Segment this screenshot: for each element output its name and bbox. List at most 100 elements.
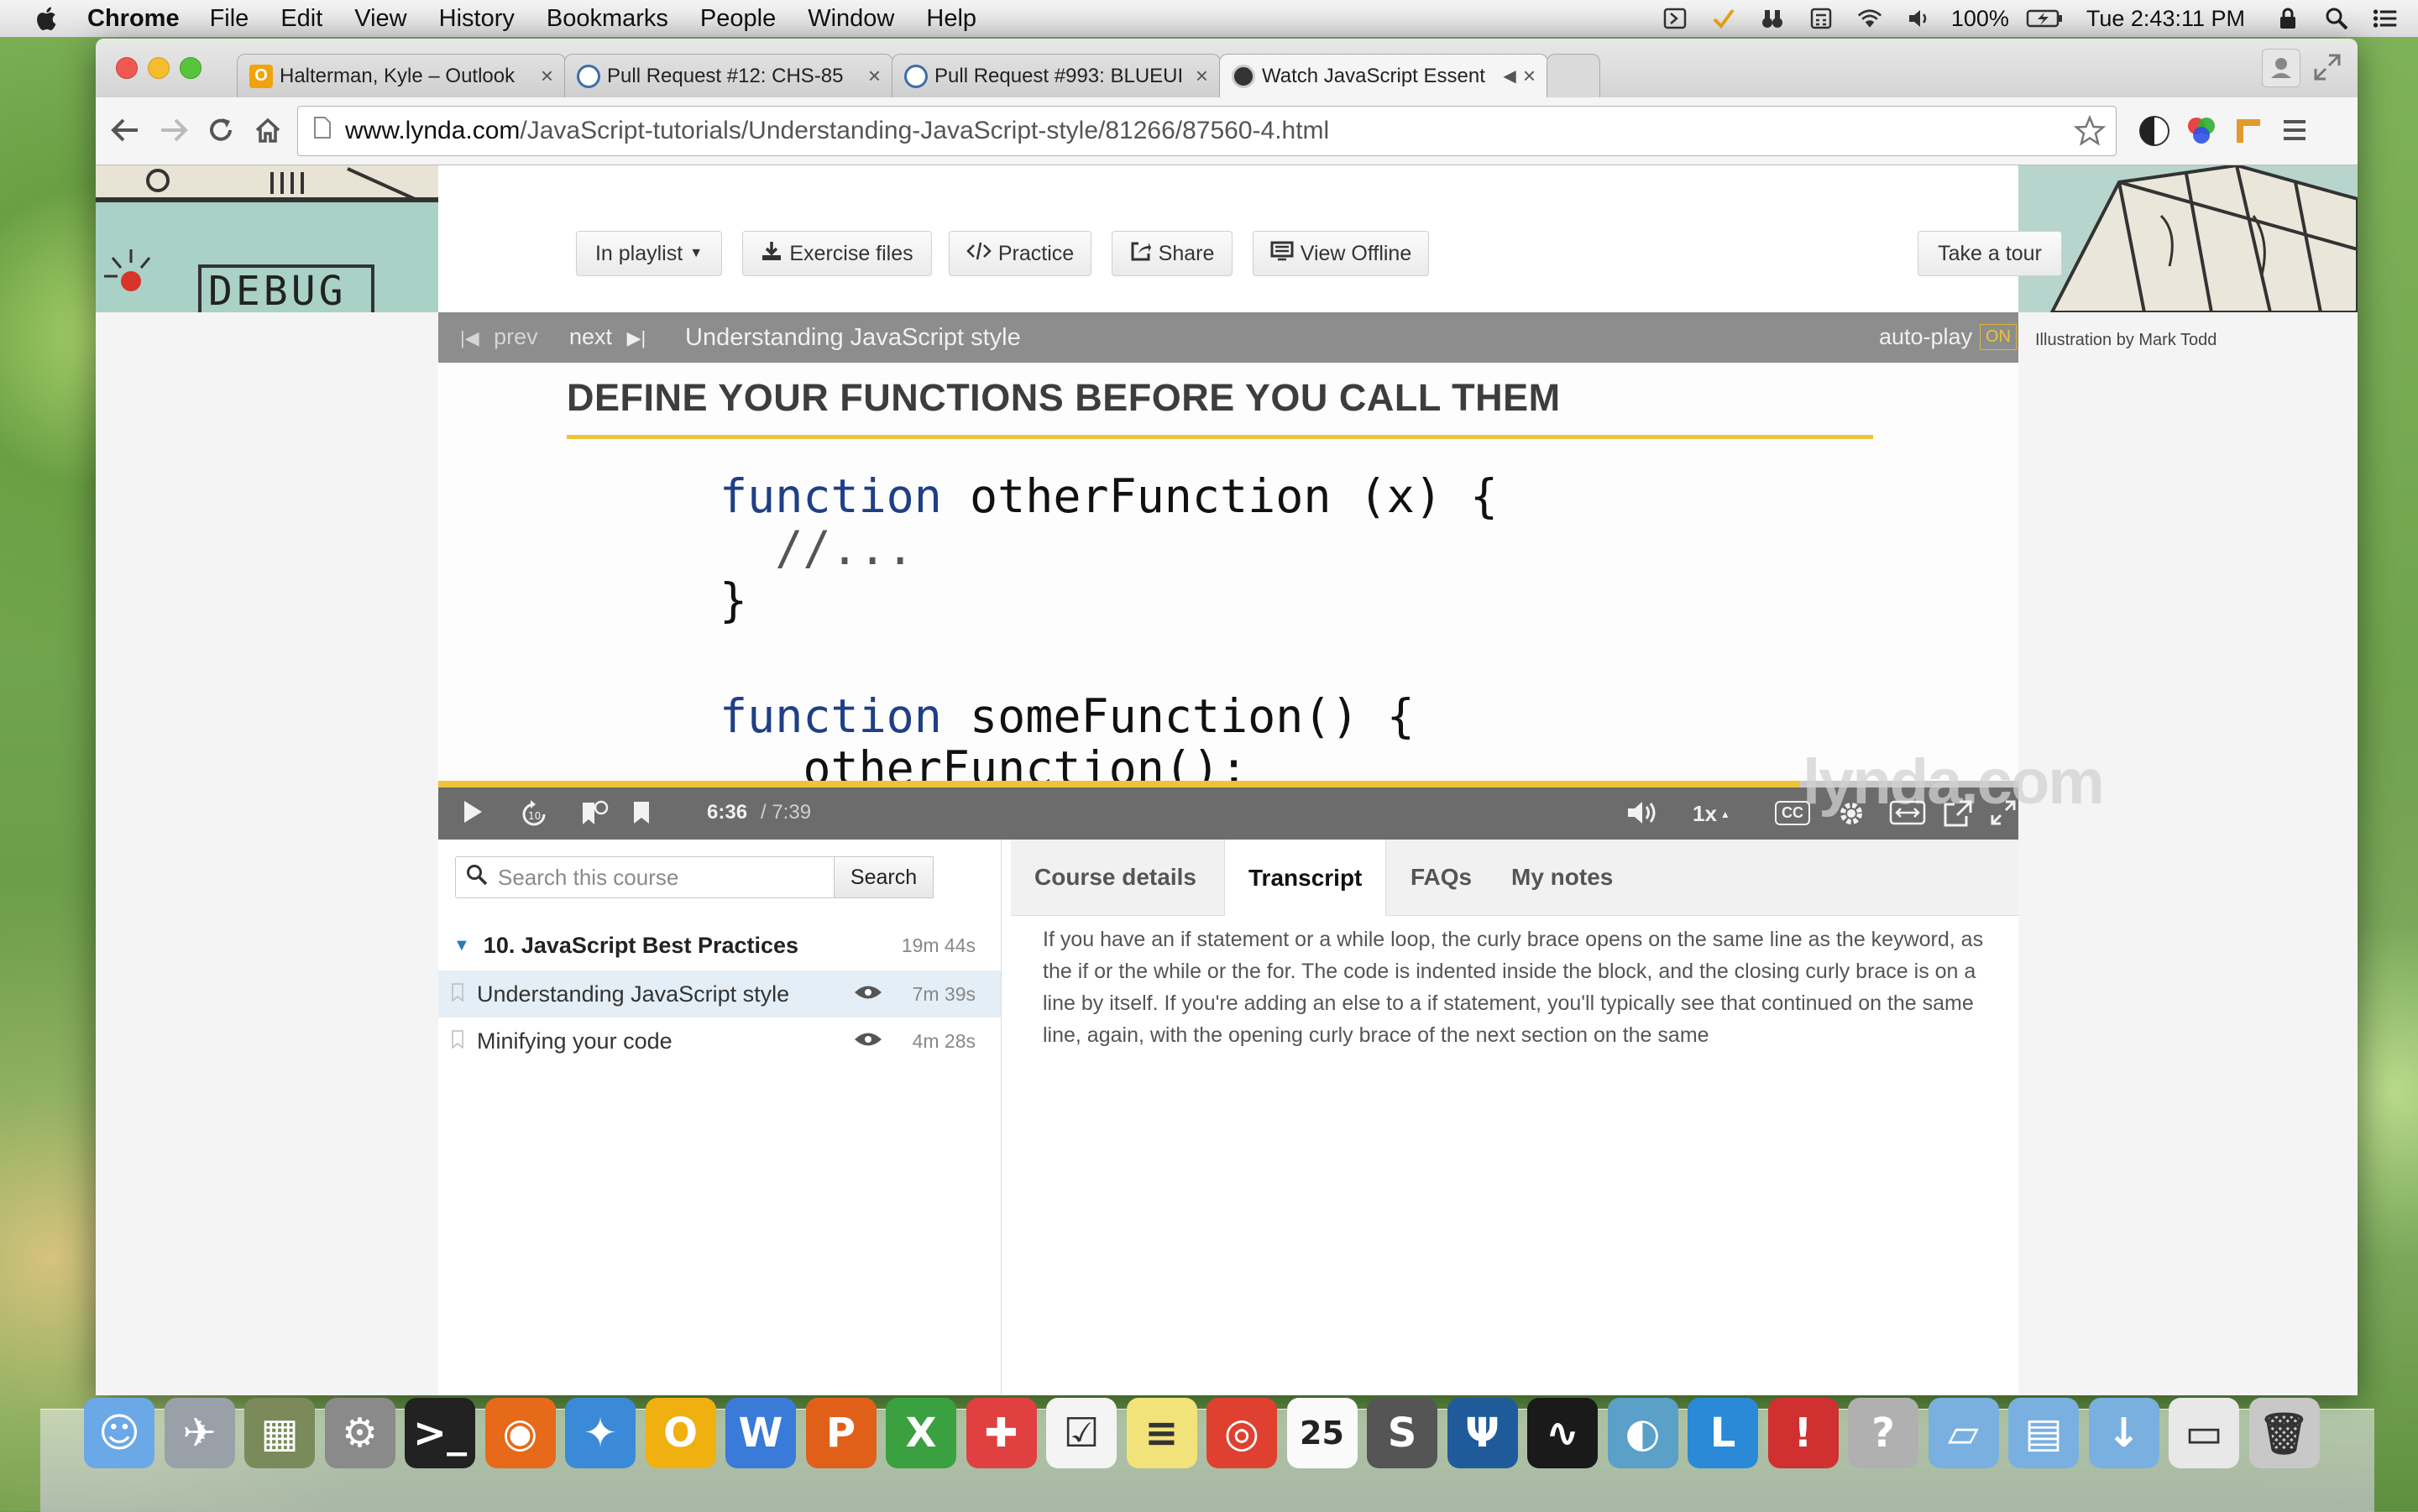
home-button[interactable] [247, 109, 289, 151]
calculator-icon[interactable] [1808, 6, 1834, 31]
finder-icon[interactable]: ☺ [84, 1398, 154, 1468]
menu-help[interactable]: Help [926, 5, 976, 33]
help-icon[interactable]: ? [1848, 1398, 1918, 1468]
view-offline-button[interactable]: View Offline [1253, 231, 1429, 276]
close-window-button[interactable] [116, 57, 138, 79]
back-button[interactable] [104, 109, 146, 151]
downloads-icon[interactable]: ↓ [2088, 1398, 2159, 1468]
airdisplay-icon[interactable] [1662, 6, 1688, 31]
chrome-icon[interactable]: ◎ [1206, 1398, 1277, 1468]
tab-course-details[interactable]: Course details [1011, 840, 1220, 915]
trash-icon[interactable]: 🗑 [2248, 1398, 2320, 1468]
transcript-text[interactable]: If you have an if statement or a while l… [1043, 923, 2008, 1051]
closed-captions-button[interactable]: CC [1775, 801, 1810, 825]
tab-outlook[interactable]: O Halterman, Kyle – Outlook × [237, 54, 566, 97]
network-icon[interactable]: ◐ [1607, 1398, 1678, 1468]
add-bookmark-icon[interactable] [579, 799, 610, 828]
autoplay-toggle[interactable]: ON [1980, 324, 2017, 350]
sublime-icon[interactable]: S [1367, 1398, 1437, 1468]
folder-icon[interactable]: ▱ [1928, 1398, 1999, 1468]
menu-people[interactable]: People [700, 5, 776, 33]
menu-file[interactable]: File [210, 5, 249, 33]
toc-item[interactable]: Minifying your code 4m 28s [438, 1018, 1001, 1065]
reminders-icon[interactable]: ☑ [1046, 1398, 1117, 1468]
fullscreen-icon[interactable] [2312, 52, 2342, 82]
volume-icon[interactable] [1906, 6, 1931, 31]
tab-transcript[interactable]: Transcript [1224, 840, 1387, 916]
terminal-icon[interactable]: >_ [405, 1398, 475, 1468]
word-icon[interactable]: W [725, 1398, 796, 1468]
preview-icon[interactable]: ▦ [244, 1398, 315, 1468]
search-button[interactable]: Search [835, 856, 934, 898]
contrast-extension-icon[interactable] [2138, 114, 2171, 152]
close-tab-icon[interactable]: × [1196, 63, 1208, 89]
tab-faqs[interactable]: FAQs [1387, 840, 1495, 915]
activity-monitor-icon[interactable]: ∿ [1527, 1398, 1598, 1468]
volume-icon[interactable] [1625, 799, 1659, 826]
notification-center-icon[interactable] [2373, 6, 2398, 31]
tab-pull-request-12[interactable]: Pull Request #12: CHS-85 × [564, 54, 893, 97]
external-window-icon[interactable] [1943, 799, 1973, 828]
instruments-icon[interactable]: ! [1767, 1398, 1839, 1468]
close-tab-icon[interactable]: × [1523, 63, 1536, 89]
minimize-window-button[interactable] [148, 57, 170, 79]
menu-history[interactable]: History [439, 5, 515, 33]
close-tab-icon[interactable]: × [868, 63, 881, 89]
course-search-input[interactable]: Search this course [455, 856, 835, 898]
wifi-icon[interactable] [1857, 6, 1882, 31]
rewind-10-icon[interactable]: 10 [519, 799, 549, 829]
binoculars-icon[interactable] [1760, 6, 1785, 31]
new-tab-button[interactable] [1547, 54, 1600, 97]
powerpoint-icon[interactable]: P [805, 1398, 877, 1468]
playback-speed[interactable]: 1x ▲ [1693, 801, 1730, 827]
color-extension-icon[interactable] [2185, 114, 2218, 152]
profile-icon[interactable] [2262, 49, 2300, 87]
popout-player-icon[interactable] [1889, 799, 1926, 826]
fullscreen-player-icon[interactable] [1990, 799, 2017, 826]
calendar-icon[interactable]: 25 [1286, 1398, 1358, 1468]
settings-gear-icon[interactable] [1837, 799, 1866, 828]
address-bar[interactable]: www.lynda.com/JavaScript-tutorials/Under… [297, 106, 2117, 156]
chrome-menu-icon[interactable] [2280, 116, 2309, 149]
menu-edit[interactable]: Edit [280, 5, 322, 33]
sourcetree-icon[interactable]: Ψ [1447, 1398, 1518, 1468]
zoom-window-button[interactable] [180, 57, 202, 79]
apple-icon[interactable] [32, 3, 62, 34]
checkmark-icon[interactable] [1711, 6, 1736, 31]
stack-icon[interactable]: ▭ [2169, 1398, 2239, 1468]
bookmark-icon[interactable] [631, 799, 652, 826]
menu-view[interactable]: View [354, 5, 406, 33]
toc-item-current[interactable]: Understanding JavaScript style 7m 39s [438, 971, 1001, 1018]
tab-lynda-active[interactable]: Watch JavaScript Essent ◀︎ × [1219, 54, 1548, 97]
reload-button[interactable] [200, 109, 242, 151]
menu-bookmarks[interactable]: Bookmarks [547, 5, 668, 33]
documents-icon[interactable]: ▤ [2008, 1398, 2079, 1468]
play-icon[interactable] [462, 799, 484, 824]
share-button[interactable]: Share [1112, 231, 1233, 276]
close-tab-icon[interactable]: × [541, 63, 553, 89]
lync-icon[interactable]: L [1688, 1398, 1758, 1468]
lock-icon[interactable] [2275, 6, 2300, 31]
menu-app-chrome[interactable]: Chrome [87, 5, 180, 33]
next-button[interactable]: next ▶| [569, 324, 646, 350]
crossover-icon[interactable]: ✚ [966, 1398, 1037, 1468]
prev-button[interactable]: |◀ prev [460, 324, 538, 350]
safari-icon[interactable]: ✦ [565, 1398, 636, 1468]
outlook-icon[interactable]: O [645, 1398, 716, 1468]
forward-button[interactable] [153, 109, 195, 151]
practice-button[interactable]: Practice [949, 231, 1091, 276]
stickies-icon[interactable]: ≡ [1126, 1398, 1197, 1468]
tab-my-notes[interactable]: My notes [1488, 840, 1636, 915]
bookmark-star-icon[interactable] [2073, 114, 2107, 154]
battery-icon[interactable] [2026, 6, 2063, 31]
chapter-header[interactable]: ▼ 10. JavaScript Best Practices 19m 44s [438, 922, 1001, 969]
exercise-files-button[interactable]: Exercise files [742, 231, 932, 276]
video-progress-bar[interactable] [438, 781, 2018, 787]
system-preferences-icon[interactable]: ⚙ [324, 1398, 395, 1468]
in-playlist-button[interactable]: In playlist ▼ [576, 231, 722, 276]
excel-icon[interactable]: X [886, 1398, 956, 1468]
video-frame[interactable]: DEFINE YOUR FUNCTIONS BEFORE YOU CALL TH… [438, 363, 2018, 785]
spotlight-icon[interactable] [2324, 6, 2349, 31]
tab-pull-request-993[interactable]: Pull Request #993: BLUEUI × [892, 54, 1221, 97]
clock[interactable]: Tue 2:43:11 PM [2086, 6, 2245, 32]
